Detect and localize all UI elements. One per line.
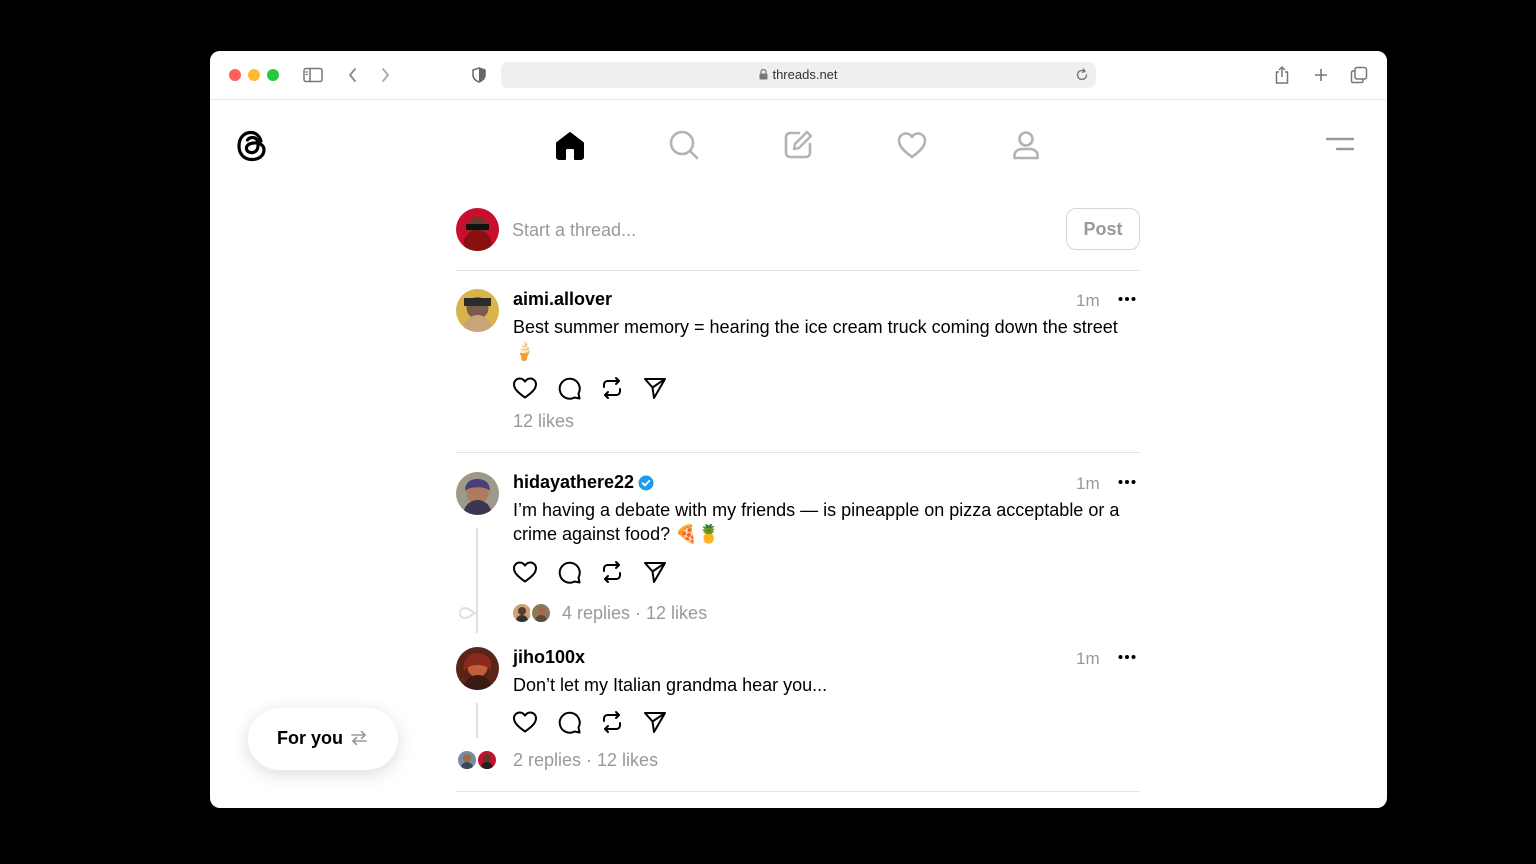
more-options-icon[interactable] — [1117, 289, 1137, 309]
share-icon[interactable] — [640, 373, 670, 403]
more-options-icon[interactable] — [1117, 472, 1137, 492]
divider — [456, 452, 1140, 453]
url-text: threads.net — [501, 62, 1096, 88]
replier-avatar — [456, 749, 478, 771]
post-stats[interactable]: 12 likes — [513, 411, 574, 432]
post-username[interactable]: jiho100x — [513, 647, 585, 668]
repost-icon[interactable] — [597, 557, 627, 587]
repost-icon[interactable] — [597, 707, 627, 737]
share-icon[interactable] — [640, 557, 670, 587]
post-time: 1m — [1076, 291, 1100, 310]
post-time: 1m — [1076, 474, 1100, 493]
replier-avatar — [530, 602, 552, 624]
reply-icon[interactable] — [554, 373, 584, 403]
share-icon[interactable] — [1270, 63, 1294, 87]
post-text: Don’t let my Italian grandma hear you... — [513, 675, 828, 695]
like-icon[interactable] — [510, 707, 540, 737]
menu-icon[interactable] — [1324, 133, 1356, 155]
url-label: threads.net — [772, 67, 838, 82]
lock-icon — [759, 69, 768, 80]
privacy-shield-icon[interactable] — [467, 63, 491, 87]
minimize-window-button[interactable] — [248, 69, 260, 81]
swap-arrows-icon — [349, 728, 369, 748]
browser-window: threads.net Start a thread... Post aimi.… — [210, 51, 1387, 808]
post-text: Best summer memory = hearing the ice cre… — [513, 317, 1118, 361]
avatar[interactable] — [456, 208, 499, 251]
post-stats[interactable]: 2 replies · 12 likes — [513, 750, 658, 771]
thread-line — [476, 703, 478, 738]
divider — [456, 791, 1140, 792]
heart-icon[interactable] — [894, 127, 930, 163]
post-time: 1m — [1076, 649, 1100, 668]
reply-icon[interactable] — [554, 557, 584, 587]
search-icon[interactable] — [666, 127, 702, 163]
forward-icon[interactable] — [373, 63, 397, 87]
more-options-icon[interactable] — [1117, 647, 1137, 667]
thread-input[interactable] — [512, 218, 1012, 242]
profile-icon[interactable] — [1008, 127, 1044, 163]
post-username[interactable]: aimi.allover — [513, 289, 612, 310]
post-button[interactable]: Post — [1066, 208, 1140, 250]
sidebar-toggle-icon[interactable] — [301, 63, 325, 87]
like-icon[interactable] — [510, 373, 540, 403]
reply-icon[interactable] — [554, 707, 584, 737]
threads-logo-icon[interactable] — [232, 125, 272, 167]
like-icon[interactable] — [510, 557, 540, 587]
thread-loop-icon — [459, 606, 477, 620]
share-icon[interactable] — [640, 707, 670, 737]
compose-icon[interactable] — [780, 127, 816, 163]
post-stats[interactable]: 4 replies · 12 likes — [562, 603, 707, 624]
divider — [456, 270, 1140, 271]
repost-icon[interactable] — [597, 373, 627, 403]
verified-badge-icon — [638, 475, 654, 491]
back-icon[interactable] — [341, 63, 365, 87]
browser-toolbar: threads.net — [210, 51, 1387, 100]
avatar[interactable] — [456, 289, 499, 332]
post-text: I’m having a debate with my friends — is… — [513, 500, 1120, 544]
close-window-button[interactable] — [229, 69, 241, 81]
tab-overview-icon[interactable] — [1347, 63, 1371, 87]
reload-icon[interactable] — [1074, 67, 1090, 83]
avatar[interactable] — [456, 647, 499, 690]
post-username[interactable]: hidayathere22 — [513, 472, 634, 493]
zoom-window-button[interactable] — [267, 69, 279, 81]
home-icon[interactable] — [552, 127, 588, 163]
avatar[interactable] — [456, 472, 499, 515]
replier-avatar — [476, 749, 498, 771]
feed-switcher-button[interactable]: For you — [248, 708, 398, 770]
address-bar[interactable]: threads.net — [501, 62, 1096, 88]
new-tab-icon[interactable] — [1309, 63, 1333, 87]
feed-switcher-label: For you — [277, 728, 343, 748]
